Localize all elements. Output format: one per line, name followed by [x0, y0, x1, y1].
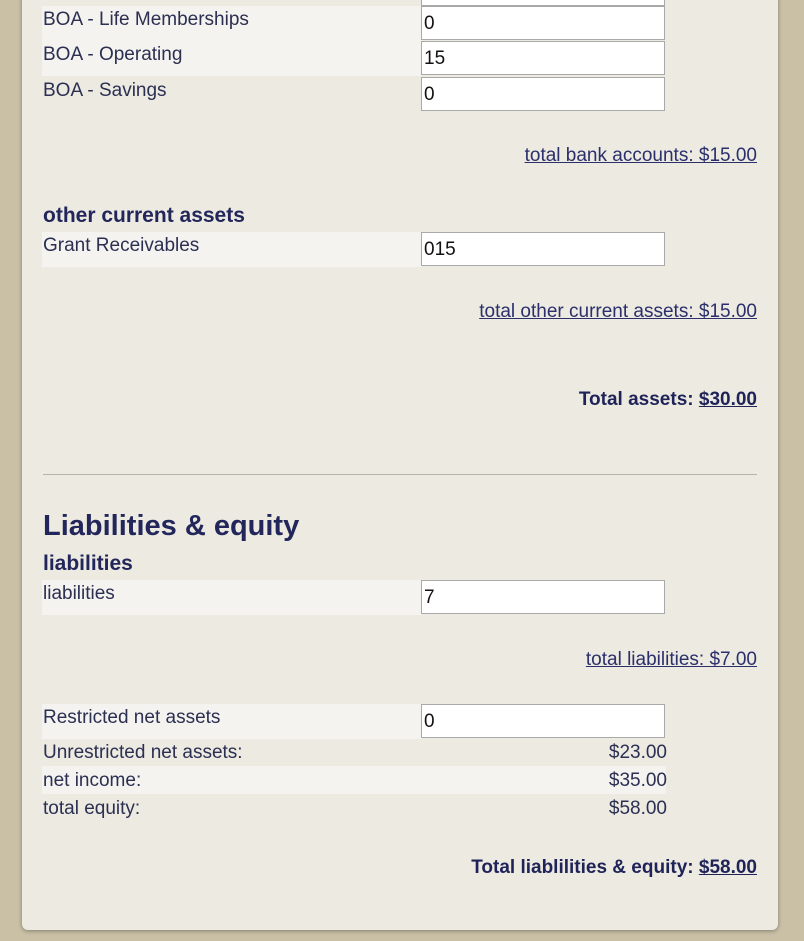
total-assets: Total assets: $30.00 — [579, 389, 757, 411]
grant-receivables-input[interactable] — [421, 232, 665, 266]
total-equity-label: total equity: — [43, 798, 141, 819]
restricted-net-assets-label: Restricted net assets — [43, 707, 221, 728]
total-liabilities-equity: Total liablilities & equity: $58.00 — [471, 857, 757, 879]
bank-account-label: BOA - Life Memberships — [43, 9, 249, 30]
bank-account-label: BOA - Operating — [43, 44, 183, 65]
liabilities-heading: liabilities — [43, 552, 133, 575]
net-income-label: net income: — [43, 770, 142, 791]
restricted-net-assets-input[interactable] — [421, 704, 665, 738]
bank-account-life-memberships-input[interactable] — [421, 6, 665, 40]
total-bank-accounts-link[interactable]: total bank accounts: $15.00 — [525, 145, 757, 167]
total-assets-value-link[interactable]: $30.00 — [699, 389, 757, 410]
total-assets-label: Total assets: — [578, 389, 694, 410]
bank-account-label: BOA - Savings — [43, 80, 167, 101]
other-current-assets-heading: other current assets — [43, 204, 245, 227]
section-divider — [43, 474, 757, 475]
total-liabilities-equity-label: Total liablilities & equity: — [471, 857, 694, 878]
total-equity-value: $58.00 — [608, 798, 667, 819]
unrestricted-net-assets-label: Unrestricted net assets: — [43, 742, 243, 763]
liabilities-equity-heading: Liabilities & equity — [43, 510, 300, 542]
liabilities-input[interactable] — [421, 580, 665, 614]
total-other-current-assets-link[interactable]: total other current assets: $15.00 — [479, 301, 757, 323]
bank-account-operating-input[interactable] — [421, 41, 665, 75]
unrestricted-net-assets-value: $23.00 — [608, 742, 667, 763]
grant-receivables-label: Grant Receivables — [43, 235, 200, 256]
net-income-value: $35.00 — [608, 770, 667, 791]
bank-account-savings-input[interactable] — [421, 77, 665, 111]
balance-sheet-panel: BOA - Life Memberships BOA - Operating B… — [22, 0, 778, 930]
total-liabilities-equity-value-link[interactable]: $58.00 — [699, 857, 757, 878]
liabilities-label: liabilities — [43, 583, 115, 604]
total-liabilities-link[interactable]: total liabilities: $7.00 — [586, 649, 757, 671]
